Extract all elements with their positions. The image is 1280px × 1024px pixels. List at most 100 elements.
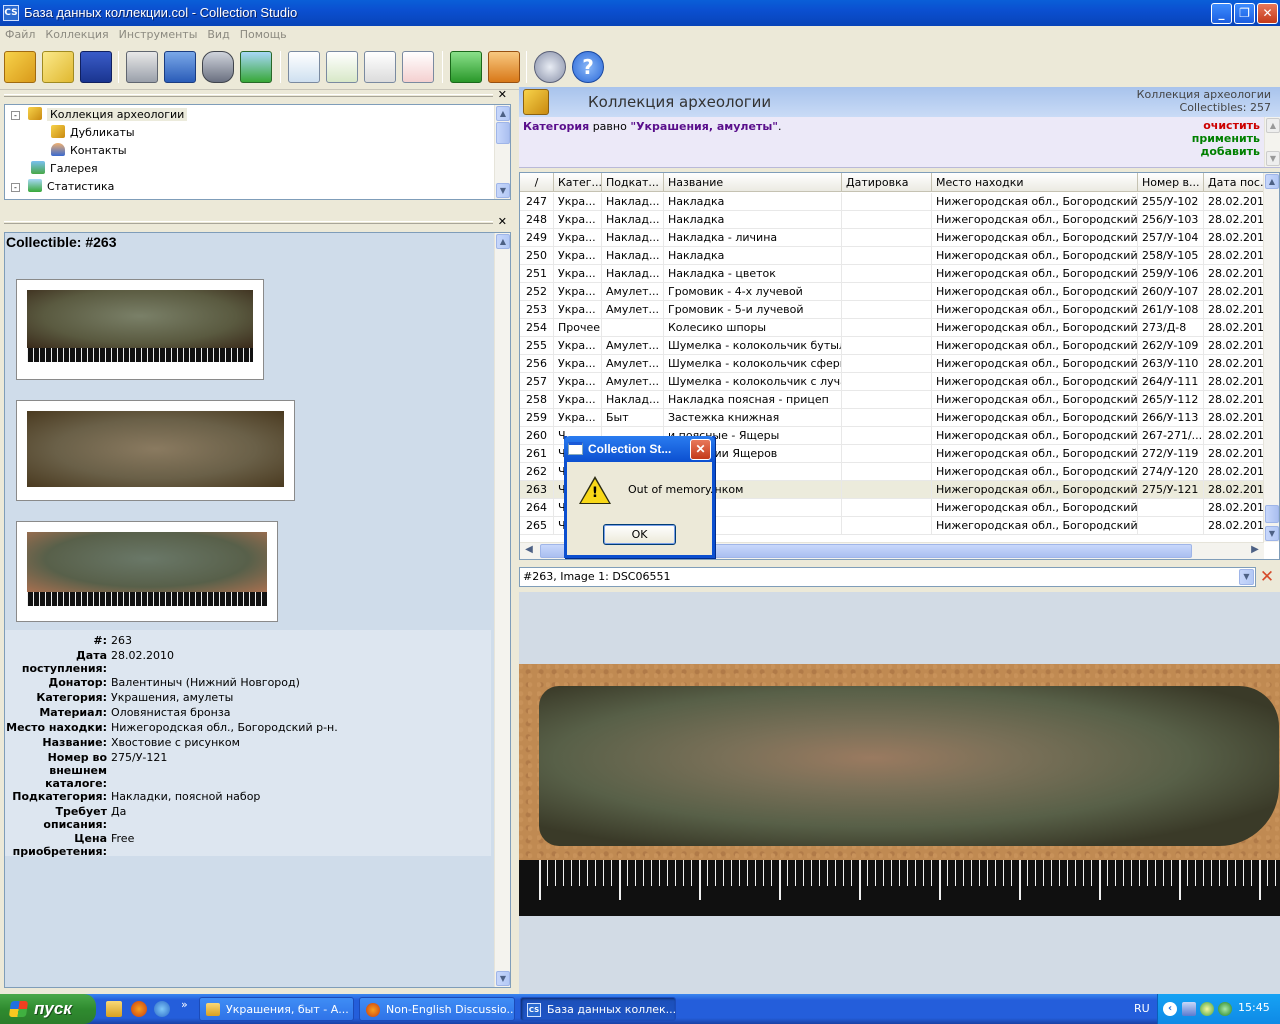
tree-item-archaeology[interactable]: - Коллекция археологии xyxy=(11,106,188,124)
table-row[interactable]: 252 Укра... Амулет... Громовик - 4-х лучево… xyxy=(520,283,1264,301)
language-indicator[interactable]: RU xyxy=(1134,1002,1150,1015)
close-detail-pane-icon[interactable]: ✕ xyxy=(498,215,507,228)
table-row[interactable]: 251 Укра... Наклад... Накладка - цветок Ниже… xyxy=(520,265,1264,283)
close-tree-pane-icon[interactable]: ✕ xyxy=(498,88,507,101)
taskbar-task-folder[interactable]: Украшения, быт - А... xyxy=(199,997,354,1021)
save-icon[interactable] xyxy=(80,51,112,83)
tray-antivirus-icon[interactable] xyxy=(1218,1002,1232,1016)
scroll-up-icon[interactable]: ▲ xyxy=(496,106,510,121)
detail-scrollbar[interactable]: ▲ ▼ xyxy=(494,233,510,987)
taskbar-task-firefox[interactable]: Non-English Discussio... xyxy=(359,997,515,1021)
statistics-icon[interactable] xyxy=(240,51,272,83)
tray-collapse-icon[interactable]: ‹ xyxy=(1163,1002,1177,1016)
scroll-left-icon[interactable]: ◀ xyxy=(522,544,536,558)
taskbar-task-collection-studio[interactable]: CS База данных коллек... xyxy=(520,997,676,1021)
grid-vertical-scrollbar[interactable]: ▲ ▼ xyxy=(1263,173,1279,542)
filter-expression[interactable]: Категория равно "Украшения, амулеты". xyxy=(523,120,782,133)
scroll-thumb[interactable] xyxy=(496,122,510,144)
menu-help[interactable]: Помощь xyxy=(235,26,292,41)
tree-item-statistics[interactable]: - Статистика xyxy=(11,178,114,196)
scroll-right-icon[interactable]: ▶ xyxy=(1248,544,1262,558)
quick-launch-firefox-icon[interactable] xyxy=(131,1001,147,1017)
menu-tools[interactable]: Инструменты xyxy=(114,26,203,41)
tree-scrollbar[interactable]: ▲ ▼ xyxy=(494,105,510,199)
table-row[interactable]: 254 Прочее Колесико шпоры Нижегородская обл… xyxy=(520,319,1264,337)
tray-messenger-icon[interactable] xyxy=(1200,1002,1214,1016)
restore-button[interactable]: ❐ xyxy=(1234,3,1255,24)
menu-view[interactable]: Вид xyxy=(202,26,234,41)
cell-date-received: 28.02.2010 xyxy=(1204,355,1264,373)
scroll-thumb[interactable] xyxy=(1265,505,1279,523)
add-item-icon[interactable] xyxy=(288,51,320,83)
view-item-icon[interactable] xyxy=(364,51,396,83)
table-row[interactable]: 258 Укра... Наклад... Накладка поясная - пр… xyxy=(520,391,1264,409)
upload-icon[interactable] xyxy=(450,51,482,83)
image-selector[interactable]: #263, Image 1: DSC06551 ▼ xyxy=(519,567,1256,587)
cell-find-location: Нижегородская обл., Богородский ... xyxy=(932,265,1138,283)
close-button[interactable]: ✕ xyxy=(1257,3,1278,24)
scroll-down-icon[interactable]: ▼ xyxy=(496,971,510,986)
scroll-up-icon[interactable]: ▲ xyxy=(496,234,510,249)
column-header-date-received[interactable]: Дата пос... xyxy=(1204,173,1264,192)
download-icon[interactable] xyxy=(488,51,520,83)
thumbnail-2[interactable] xyxy=(16,400,295,501)
quick-launch-messenger-icon[interactable] xyxy=(154,1001,170,1017)
column-header-number[interactable]: / xyxy=(520,173,554,192)
thumbnail-3[interactable] xyxy=(16,521,278,622)
filter-scrollbar[interactable]: ▲ ▼ xyxy=(1264,117,1280,167)
column-header-name[interactable]: Название xyxy=(664,173,842,192)
print-icon[interactable] xyxy=(126,51,158,83)
table-row[interactable]: 249 Укра... Наклад... Накладка - личина Ниже… xyxy=(520,229,1264,247)
open-folder-icon[interactable] xyxy=(42,51,74,83)
filter-clear-link[interactable]: очистить xyxy=(1192,119,1260,132)
start-button[interactable]: пуск xyxy=(0,994,96,1024)
scroll-down-icon[interactable]: ▼ xyxy=(1266,151,1280,166)
thumbnail-1[interactable] xyxy=(16,279,264,380)
scroll-down-icon[interactable]: ▼ xyxy=(1265,526,1279,541)
image-viewer[interactable] xyxy=(519,592,1280,994)
delete-item-icon[interactable] xyxy=(402,51,434,83)
filter-add-link[interactable]: добавить xyxy=(1192,145,1260,158)
collectible-title: Collectible: #263 xyxy=(6,234,117,250)
ok-button[interactable]: OK xyxy=(603,524,676,545)
minimize-button[interactable]: _ xyxy=(1211,3,1232,24)
scroll-up-icon[interactable]: ▲ xyxy=(1266,118,1280,133)
table-row[interactable]: 256 Укра... Амулет... Шумелка - колокольчик… xyxy=(520,355,1264,373)
column-header-dating[interactable]: Датировка xyxy=(842,173,932,192)
quick-launch-more-icon[interactable]: » xyxy=(181,998,188,1011)
tree-item-contacts[interactable]: Контакты xyxy=(51,142,127,160)
menu-file[interactable]: Файл xyxy=(0,26,40,41)
help-icon[interactable]: ? xyxy=(572,51,604,83)
scroll-up-icon[interactable]: ▲ xyxy=(1265,174,1279,189)
edit-item-icon[interactable] xyxy=(326,51,358,83)
scroll-down-icon[interactable]: ▼ xyxy=(496,183,510,198)
tree-item-duplicates[interactable]: Дубликаты xyxy=(51,124,135,142)
search-binoculars-icon[interactable] xyxy=(202,51,234,83)
column-header-catalog-number[interactable]: Номер в... xyxy=(1138,173,1204,192)
table-row[interactable]: 253 Укра... Амулет... Громовик - 5-и лучево… xyxy=(520,301,1264,319)
settings-gear-icon[interactable] xyxy=(534,51,566,83)
export-icon[interactable] xyxy=(164,51,196,83)
table-row[interactable]: 248 Укра... Наклад... Накладка Нижегородская… xyxy=(520,211,1264,229)
tree-item-gallery[interactable]: Галерея xyxy=(31,160,98,178)
dialog-close-button[interactable]: ✕ xyxy=(690,439,711,460)
menu-collection[interactable]: Коллекция xyxy=(40,26,113,41)
title-bar[interactable]: CS База данных коллекции.col - Collectio… xyxy=(0,0,1280,26)
dialog-title-bar[interactable]: Collection St... ✕ xyxy=(564,436,715,462)
cell-catalog-number: 273/Д-8 xyxy=(1138,319,1204,337)
table-row[interactable]: 247 Укра... Наклад... Накладка Нижегородская… xyxy=(520,193,1264,211)
column-header-subcategory[interactable]: Подкат... xyxy=(602,173,664,192)
table-row[interactable]: 250 Укра... Наклад... Накладка Нижегородская… xyxy=(520,247,1264,265)
column-header-find-location[interactable]: Место находки xyxy=(932,173,1138,192)
open-collection-icon[interactable] xyxy=(4,51,36,83)
table-row[interactable]: 255 Укра... Амулет... Шумелка - колокольчик… xyxy=(520,337,1264,355)
table-row[interactable]: 259 Укра... Быт Застежка книжная Нижегородск… xyxy=(520,409,1264,427)
column-header-category[interactable]: Катег... xyxy=(554,173,602,192)
collection-tree[interactable]: - Коллекция археологии Дубликаты Контакты… xyxy=(4,104,511,200)
quick-launch-explorer-icon[interactable] xyxy=(106,1001,122,1017)
tray-network-icon[interactable] xyxy=(1182,1002,1196,1016)
chevron-down-icon[interactable]: ▼ xyxy=(1239,569,1254,585)
remove-image-icon[interactable]: ✕ xyxy=(1259,568,1275,586)
filter-apply-link[interactable]: применить xyxy=(1192,132,1260,145)
table-row[interactable]: 257 Укра... Амулет... Шумелка - колокольчик… xyxy=(520,373,1264,391)
